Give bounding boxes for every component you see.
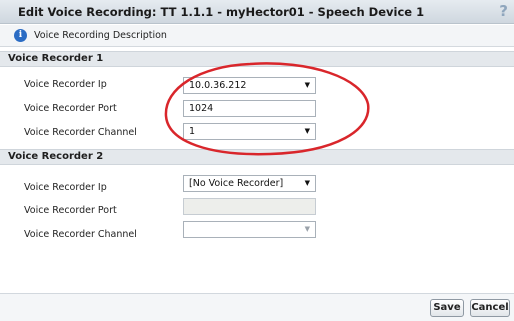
chevron-down-icon: ▼ (304, 127, 310, 135)
recorder2-port-label: Voice Recorder Port (24, 205, 117, 216)
recorder2-channel-label: Voice Recorder Channel (24, 229, 137, 240)
recorder1-ip-value: 10.0.36.212 (189, 80, 247, 91)
recorder1-port-input[interactable]: 1024 (183, 100, 316, 117)
recorder2-ip-label: Voice Recorder Ip (24, 182, 107, 193)
recorder1-channel-label: Voice Recorder Channel (24, 127, 137, 138)
recorder2-port-input (183, 198, 316, 215)
chevron-down-icon: ▼ (304, 225, 310, 233)
help-icon[interactable]: ? (499, 2, 508, 20)
cancel-button[interactable]: Cancel (470, 299, 510, 317)
recorder1-channel-value: 1 (189, 126, 196, 137)
section-header-recorder-1: Voice Recorder 1 (0, 51, 514, 67)
recorder1-port-value: 1024 (189, 103, 214, 114)
recorder2-channel-select[interactable]: ▼ (183, 221, 316, 238)
section-header-recorder-2: Voice Recorder 2 (0, 149, 514, 165)
dialog-title: Edit Voice Recording: TT 1.1.1 - myHecto… (18, 5, 425, 19)
recorder2-ip-select[interactable]: [No Voice Recorder] ▼ (183, 175, 316, 192)
recorder1-ip-select[interactable]: 10.0.36.212 ▼ (183, 77, 316, 94)
recorder1-port-label: Voice Recorder Port (24, 103, 117, 114)
chevron-down-icon: ▼ (304, 179, 310, 187)
dialog-titlebar: Edit Voice Recording: TT 1.1.1 - myHecto… (0, 0, 514, 24)
chevron-down-icon: ▼ (304, 81, 310, 89)
save-button[interactable]: Save (430, 299, 464, 317)
dialog-footer: Save Cancel (0, 293, 514, 321)
description-bar[interactable]: i Voice Recording Description (0, 25, 514, 47)
recorder1-channel-select[interactable]: 1 ▼ (183, 123, 316, 140)
section-title: Voice Recorder 2 (8, 151, 104, 162)
recorder1-ip-label: Voice Recorder Ip (24, 79, 107, 90)
info-icon: i (14, 29, 27, 42)
section-title: Voice Recorder 1 (8, 53, 104, 64)
recorder2-ip-value: [No Voice Recorder] (189, 178, 284, 189)
description-label[interactable]: Voice Recording Description (34, 30, 167, 41)
